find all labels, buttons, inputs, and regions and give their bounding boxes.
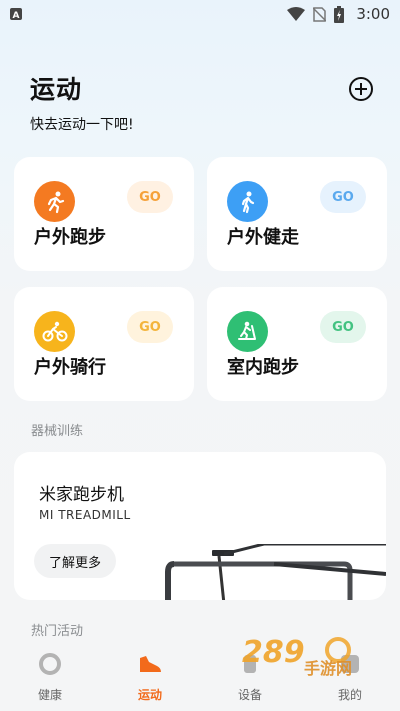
no-sim-icon — [313, 6, 327, 22]
running-icon — [34, 181, 75, 222]
promo-subtitle: MI TREADMILL — [39, 508, 131, 522]
go-button-outdoor-walking[interactable]: GO — [320, 181, 366, 213]
health-ring-icon — [38, 652, 62, 680]
treadmill-icon — [227, 311, 268, 352]
notification-a-icon: A — [10, 8, 22, 20]
treadmill-promo-card[interactable]: 米家跑步机 MI TREADMILL 了解更多 — [14, 452, 386, 600]
shoe-icon — [137, 652, 163, 680]
battery-charging-icon — [334, 5, 345, 23]
treadmill-image — [164, 542, 386, 600]
card-outdoor-cycling[interactable]: GO 户外骑行 — [14, 287, 194, 401]
learn-more-button[interactable]: 了解更多 — [34, 544, 116, 578]
wifi-icon — [287, 7, 306, 21]
section-label-hot-activities: 热门活动 — [31, 624, 84, 639]
promo-title: 米家跑步机 — [39, 485, 124, 505]
card-outdoor-running[interactable]: GO 户外跑步 — [14, 157, 194, 271]
sport-label: 户外健走 — [227, 227, 299, 248]
watermark-logo: 289 手游网 — [238, 632, 378, 680]
sport-label: 室内跑步 — [227, 357, 299, 378]
page-subtitle: 快去运动一下吧! — [30, 117, 134, 133]
tab-label: 设备 — [237, 688, 262, 702]
tab-label: 我的 — [337, 688, 362, 702]
tab-health[interactable]: 健康 — [0, 646, 100, 711]
svg-text:A: A — [13, 11, 20, 20]
tab-sports[interactable]: 运动 — [100, 646, 200, 711]
svg-text:289: 289 — [242, 635, 305, 670]
go-button-indoor-running[interactable]: GO — [320, 311, 366, 343]
tab-label: 健康 — [37, 688, 62, 702]
card-indoor-running[interactable]: GO 室内跑步 — [207, 287, 387, 401]
sport-label: 户外跑步 — [34, 227, 106, 248]
tab-label: 运动 — [137, 688, 162, 702]
cycling-icon — [34, 311, 75, 352]
sport-label: 户外骑行 — [34, 357, 106, 378]
card-outdoor-walking[interactable]: GO 户外健走 — [207, 157, 387, 271]
page-header: 运动 快去运动一下吧! — [30, 70, 134, 134]
go-button-outdoor-cycling[interactable]: GO — [127, 311, 173, 343]
status-bar: A 3:00 — [0, 0, 400, 28]
page-title: 运动 — [30, 75, 83, 104]
walking-icon — [227, 181, 268, 222]
plus-circle-icon[interactable] — [349, 77, 373, 101]
section-label-equipment: 器械训练 — [31, 424, 84, 439]
status-time: 3:00 — [356, 5, 390, 23]
svg-text:手游网: 手游网 — [304, 659, 352, 676]
go-button-outdoor-running[interactable]: GO — [127, 181, 173, 213]
